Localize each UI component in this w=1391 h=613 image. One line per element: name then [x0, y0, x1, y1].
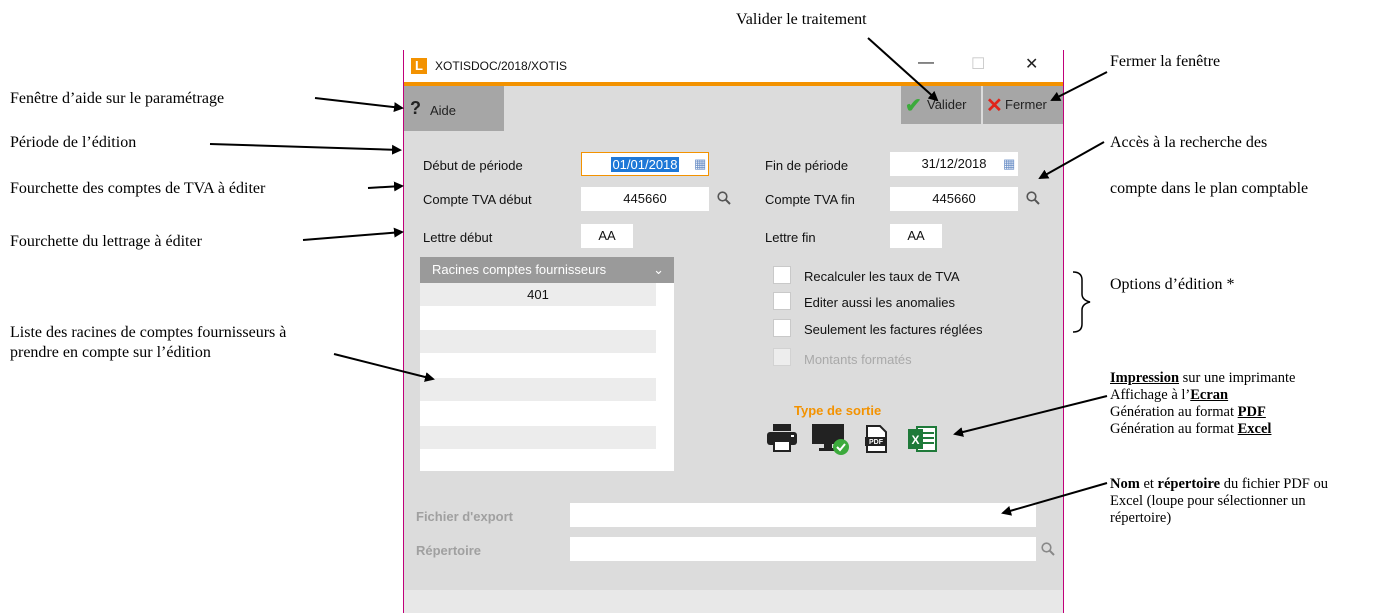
- options-brace: [1072, 271, 1091, 333]
- arrow-recherche: [1038, 141, 1105, 179]
- arrow-valider: [867, 37, 939, 102]
- arrow-tva: [367, 181, 404, 192]
- arrow-periode: [209, 143, 402, 155]
- arrow-fermer: [1050, 71, 1108, 101]
- arrow-liste: [333, 353, 435, 382]
- arrow-aide: [314, 97, 404, 113]
- annotation-arrows: [209, 37, 1108, 516]
- arrow-fichier: [1001, 482, 1108, 516]
- arrow-lettrage: [302, 227, 404, 241]
- arrow-sortie: [953, 395, 1108, 437]
